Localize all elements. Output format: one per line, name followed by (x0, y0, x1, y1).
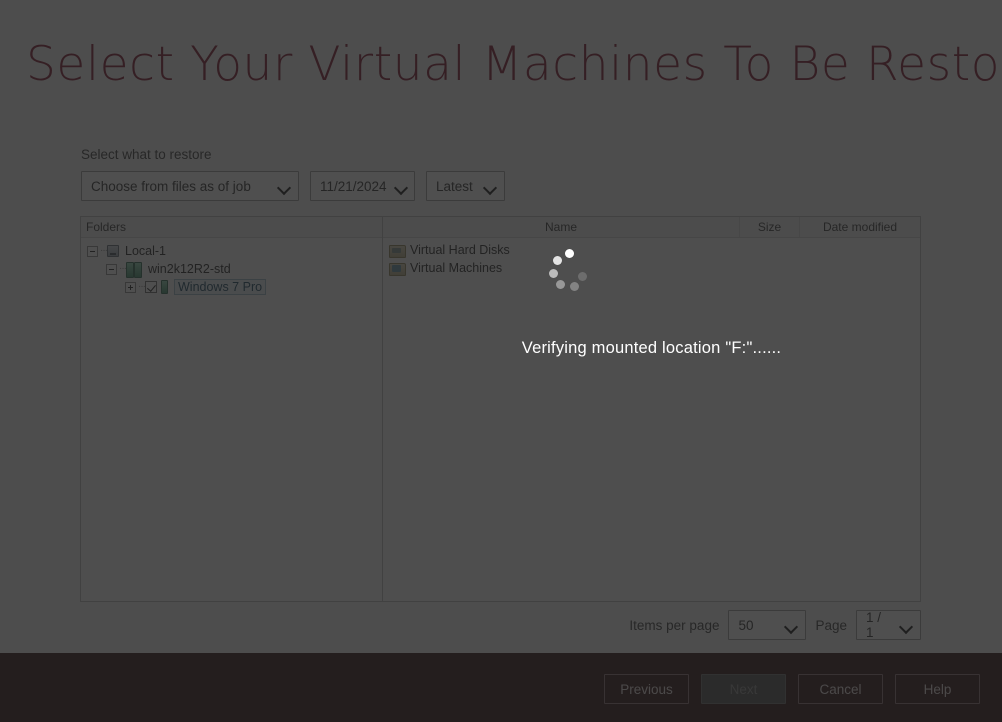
tree-node-label: win2k12R2-std (148, 262, 231, 276)
tree-expander-minus-icon[interactable] (87, 245, 98, 257)
list-item[interactable]: Virtual Hard Disks (389, 241, 920, 259)
pagination-bar: Items per page 50 Page 1 / 1 (0, 610, 921, 640)
page-select[interactable]: 1 / 1 (856, 610, 921, 640)
cancel-button[interactable]: Cancel (798, 674, 883, 704)
folder-disk-icon (389, 244, 406, 258)
chevron-down-icon (785, 619, 798, 632)
column-header-date-modified[interactable]: Date modified (800, 217, 920, 237)
tree-node-label: Windows 7 Pro (174, 279, 267, 295)
tree-connector-icon: ··· (138, 281, 146, 292)
file-list: Virtual Hard Disks Virtual Machines (383, 238, 920, 277)
tree-node-label: Local-1 (125, 244, 166, 258)
server-icon (161, 280, 168, 294)
tree-expander-minus-icon[interactable] (106, 263, 117, 275)
loading-spinner-icon (545, 249, 587, 291)
server-pair-icon (126, 262, 142, 278)
column-header-name[interactable]: Name (383, 217, 740, 237)
tree-node-win2k12r2-std[interactable]: ··· win2k12R2-std (87, 260, 382, 278)
restore-source-value: Choose from files as of job (91, 178, 251, 194)
chevron-down-icon (900, 619, 913, 632)
page-label: Page (815, 617, 847, 633)
folders-column-header: Folders (81, 217, 382, 238)
tree-connector-icon: ··· (119, 263, 127, 274)
tree-expander-plus-icon[interactable] (125, 281, 136, 293)
chevron-down-icon (278, 180, 291, 193)
items-per-page-label: Items per page (629, 617, 720, 633)
select-what-to-restore-label: Select what to restore (81, 147, 212, 162)
file-list-pane: Name Size Date modified Virtual Hard Dis… (383, 217, 920, 601)
tree-node-local-1[interactable]: ··· Local-1 (87, 242, 382, 260)
restore-version-value: Latest (436, 178, 473, 194)
wizard-content: Select what to restore Choose from files… (0, 128, 1002, 653)
restore-wizard-page: Select Your Virtual Machines To Be Resto… (0, 0, 1002, 722)
footer-button-row: Previous Next Cancel Help (604, 674, 980, 704)
chevron-down-icon (395, 180, 408, 193)
previous-button[interactable]: Previous (604, 674, 689, 704)
chevron-down-icon (484, 180, 497, 193)
list-item[interactable]: Virtual Machines (389, 259, 920, 277)
items-per-page-select[interactable]: 50 (728, 610, 807, 640)
items-per-page-value: 50 (738, 617, 754, 633)
busy-status-text: Verifying mounted location "F:"...... (521, 339, 782, 357)
wizard-footer: Previous Next Cancel Help (0, 653, 1002, 722)
folder-tree[interactable]: ··· Local-1 ··· win2k12R2-std ··· Window… (81, 238, 382, 296)
column-header-size[interactable]: Size (740, 217, 800, 237)
folder-vm-icon (389, 262, 406, 276)
restore-date-select[interactable]: 11/21/2024 (310, 171, 415, 201)
host-icon (107, 245, 119, 257)
restore-source-select[interactable]: Choose from files as of job (81, 171, 299, 201)
page-value: 1 / 1 (866, 610, 882, 640)
file-list-header: Name Size Date modified (383, 217, 920, 238)
restore-version-select[interactable]: Latest (426, 171, 505, 201)
folder-tree-pane: Folders ··· Local-1 ··· win2k12R2-std ··… (81, 217, 383, 601)
page-title: Select Your Virtual Machines To Be Resto… (26, 36, 1002, 92)
tree-connector-icon: ··· (100, 245, 108, 256)
title-bar: Select Your Virtual Machines To Be Resto… (0, 0, 1002, 128)
help-button[interactable]: Help (895, 674, 980, 704)
restore-source-controls: Choose from files as of job 11/21/2024 L… (81, 171, 505, 201)
tree-node-windows-7-pro[interactable]: ··· Windows 7 Pro (87, 278, 382, 296)
explorer-panel: Folders ··· Local-1 ··· win2k12R2-std ··… (80, 216, 921, 602)
tree-node-checkbox[interactable] (145, 281, 157, 293)
list-item-label: Virtual Hard Disks (410, 243, 510, 257)
next-button: Next (701, 674, 786, 704)
restore-date-value: 11/21/2024 (320, 178, 387, 194)
list-item-label: Virtual Machines (410, 261, 503, 275)
